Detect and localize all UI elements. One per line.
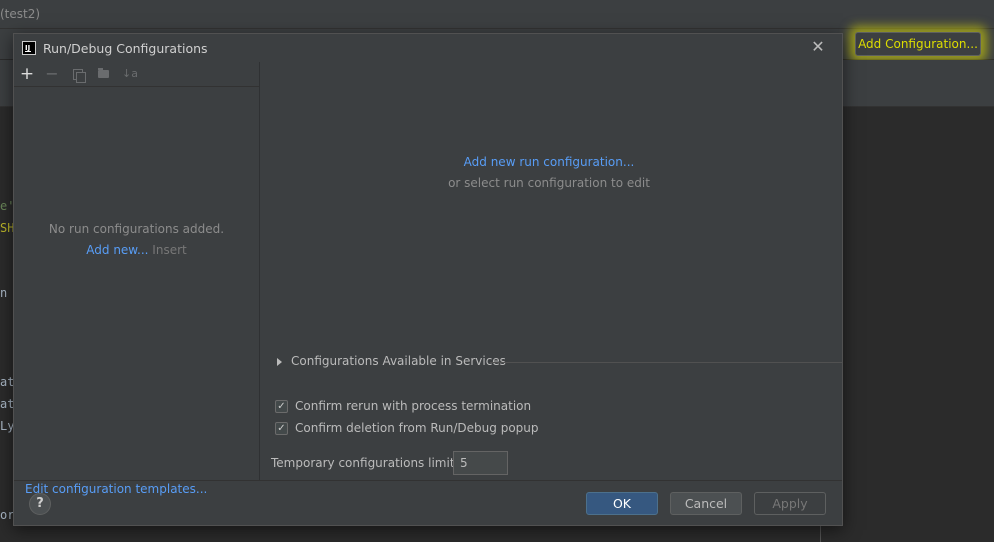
select-configuration-hint: or select run configuration to edit: [448, 176, 650, 190]
empty-message: No run configurations added.: [48, 222, 225, 236]
services-section-label: Configurations Available in Services: [291, 354, 506, 368]
add-new-run-configuration-link: Add new run configuration...: [260, 155, 838, 169]
intellij-app-icon: IJ: [22, 41, 36, 55]
remove-icon[interactable]: −: [42, 64, 62, 84]
dialog-titlebar[interactable]: IJ Run/Debug Configurations ✕: [14, 34, 842, 62]
run-debug-configurations-dialog: IJ Run/Debug Configurations ✕ + − ↓a No …: [13, 33, 843, 526]
apply-button[interactable]: Apply: [754, 492, 826, 515]
close-icon[interactable]: ✕: [809, 38, 827, 56]
confirm-deletion-checkbox[interactable]: ✓: [275, 422, 288, 435]
confirm-rerun-checkbox[interactable]: ✓: [275, 400, 288, 413]
ide-window-title: (test2): [0, 7, 41, 21]
add-new-link[interactable]: Add new...: [86, 243, 148, 257]
temp-limit-label: Temporary configurations limit:: [271, 456, 459, 470]
confirm-rerun-label: Confirm rerun with process termination: [295, 399, 532, 413]
ok-button[interactable]: OK: [586, 492, 658, 515]
help-button[interactable]: ?: [29, 493, 51, 515]
cancel-button[interactable]: Cancel: [670, 492, 742, 515]
copy-icon[interactable]: [68, 64, 88, 84]
configurations-tree-pane: + − ↓a No run configurations added. Add …: [14, 62, 260, 496]
temp-limit-row: Temporary configurations limit: 5: [271, 451, 571, 475]
sort-icon[interactable]: ↓a: [120, 64, 140, 84]
dialog-footer: ? OK Cancel Apply: [14, 480, 842, 526]
add-icon[interactable]: +: [17, 64, 37, 84]
add-new-run-configuration-link-text[interactable]: Add new run configuration...: [464, 155, 635, 169]
dialog-title: Run/Debug Configurations: [43, 41, 208, 56]
insert-shortcut-hint: Insert: [152, 243, 187, 257]
tree-toolbar: + − ↓a: [14, 62, 259, 87]
configuration-details-pane: Add new run configuration... or select r…: [260, 62, 843, 480]
temp-limit-input[interactable]: 5: [453, 451, 508, 475]
code-fragment: n: [0, 286, 8, 300]
ide-titlebar: (test2): [0, 0, 994, 29]
services-section-toggle[interactable]: Configurations Available in Services: [277, 354, 843, 372]
confirm-deletion-label: Confirm deletion from Run/Debug popup: [295, 421, 539, 435]
expand-triangle-icon: [277, 358, 282, 366]
new-folder-icon[interactable]: [94, 64, 114, 84]
section-separator: [490, 362, 843, 363]
add-configuration-button[interactable]: Add Configuration...: [855, 32, 981, 56]
add-new-row: Add new... Insert: [14, 243, 259, 257]
